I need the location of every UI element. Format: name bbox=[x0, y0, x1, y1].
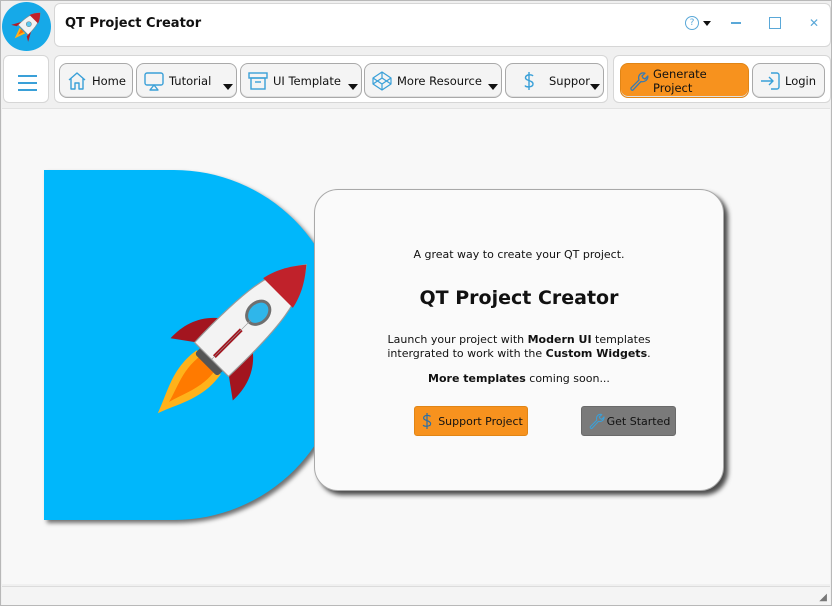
more-resource-label: More Resource bbox=[397, 73, 482, 88]
support-project-label: Support Project bbox=[438, 414, 523, 428]
menu-toggle-button[interactable] bbox=[3, 55, 49, 103]
more-resource-button[interactable]: More Resource bbox=[364, 63, 502, 98]
generate-project-label: Generate Project bbox=[653, 66, 707, 95]
chevron-down-icon bbox=[348, 84, 358, 90]
support-button[interactable]: Suppor bbox=[505, 63, 604, 98]
status-bar: ◢ bbox=[2, 586, 830, 605]
coming-soon-text: More templates coming soon... bbox=[428, 372, 610, 385]
rocket-logo-icon bbox=[2, 2, 51, 51]
resize-grip-icon[interactable]: ◢ bbox=[819, 592, 827, 603]
generate-project-button[interactable]: Generate Project bbox=[620, 63, 749, 98]
rocket-illustration-icon bbox=[157, 264, 307, 414]
home-button[interactable]: Home bbox=[59, 63, 133, 98]
support-project-button[interactable]: Support Project bbox=[414, 406, 528, 436]
main-content: A great way to create your QT project. Q… bbox=[2, 108, 830, 584]
archive-box-icon bbox=[247, 70, 269, 92]
chevron-down-icon bbox=[590, 84, 600, 90]
login-icon bbox=[759, 70, 781, 92]
maximize-button[interactable] bbox=[764, 12, 786, 34]
maximize-icon bbox=[769, 17, 781, 29]
wrench-icon bbox=[587, 412, 605, 430]
chevron-down-icon bbox=[703, 20, 711, 26]
chevron-down-icon bbox=[223, 84, 233, 90]
hero-image-panel bbox=[44, 170, 344, 520]
welcome-card: A great way to create your QT project. Q… bbox=[314, 189, 724, 491]
codepen-icon bbox=[371, 70, 393, 92]
support-label: Suppor bbox=[549, 73, 590, 88]
description-line-2: intergrated to work with the Custom Widg… bbox=[387, 347, 651, 360]
tutorial-button[interactable]: Tutorial bbox=[136, 63, 237, 98]
get-started-button[interactable]: Get Started bbox=[581, 406, 676, 436]
chevron-down-icon bbox=[488, 84, 498, 90]
dollar-icon bbox=[518, 70, 540, 92]
hero-title: QT Project Creator bbox=[419, 287, 619, 309]
description-line-1: Launch your project with Modern UI templ… bbox=[387, 333, 651, 346]
wrench-icon bbox=[627, 70, 649, 92]
login-button[interactable]: Login bbox=[752, 63, 825, 98]
tagline-text: A great way to create your QT project. bbox=[413, 248, 625, 261]
app-window: QT Project Creator ? ✕ Home Tutorial UI … bbox=[0, 0, 832, 606]
home-icon bbox=[66, 70, 88, 92]
minimize-button[interactable] bbox=[725, 12, 747, 34]
ui-template-button[interactable]: UI Template bbox=[240, 63, 362, 98]
close-button[interactable]: ✕ bbox=[803, 12, 825, 34]
title-bar: QT Project Creator ? ✕ bbox=[54, 3, 831, 47]
main-toolbar: Home Tutorial UI Template More Resource bbox=[54, 55, 608, 103]
close-icon: ✕ bbox=[808, 16, 820, 30]
tutorial-label: Tutorial bbox=[169, 73, 212, 88]
description-text: Launch your project with Modern UI templ… bbox=[315, 333, 723, 361]
home-label: Home bbox=[92, 73, 126, 88]
help-icon: ? bbox=[685, 16, 699, 30]
presentation-icon bbox=[143, 70, 165, 92]
login-label: Login bbox=[785, 73, 817, 88]
get-started-label: Get Started bbox=[606, 414, 671, 428]
help-menu-button[interactable]: ? bbox=[681, 12, 715, 34]
minimize-icon bbox=[731, 22, 741, 24]
dollar-icon bbox=[419, 412, 435, 430]
app-title: QT Project Creator bbox=[65, 16, 202, 31]
actions-toolbar: Generate Project Login bbox=[613, 55, 831, 103]
ui-template-label: UI Template bbox=[273, 73, 341, 88]
